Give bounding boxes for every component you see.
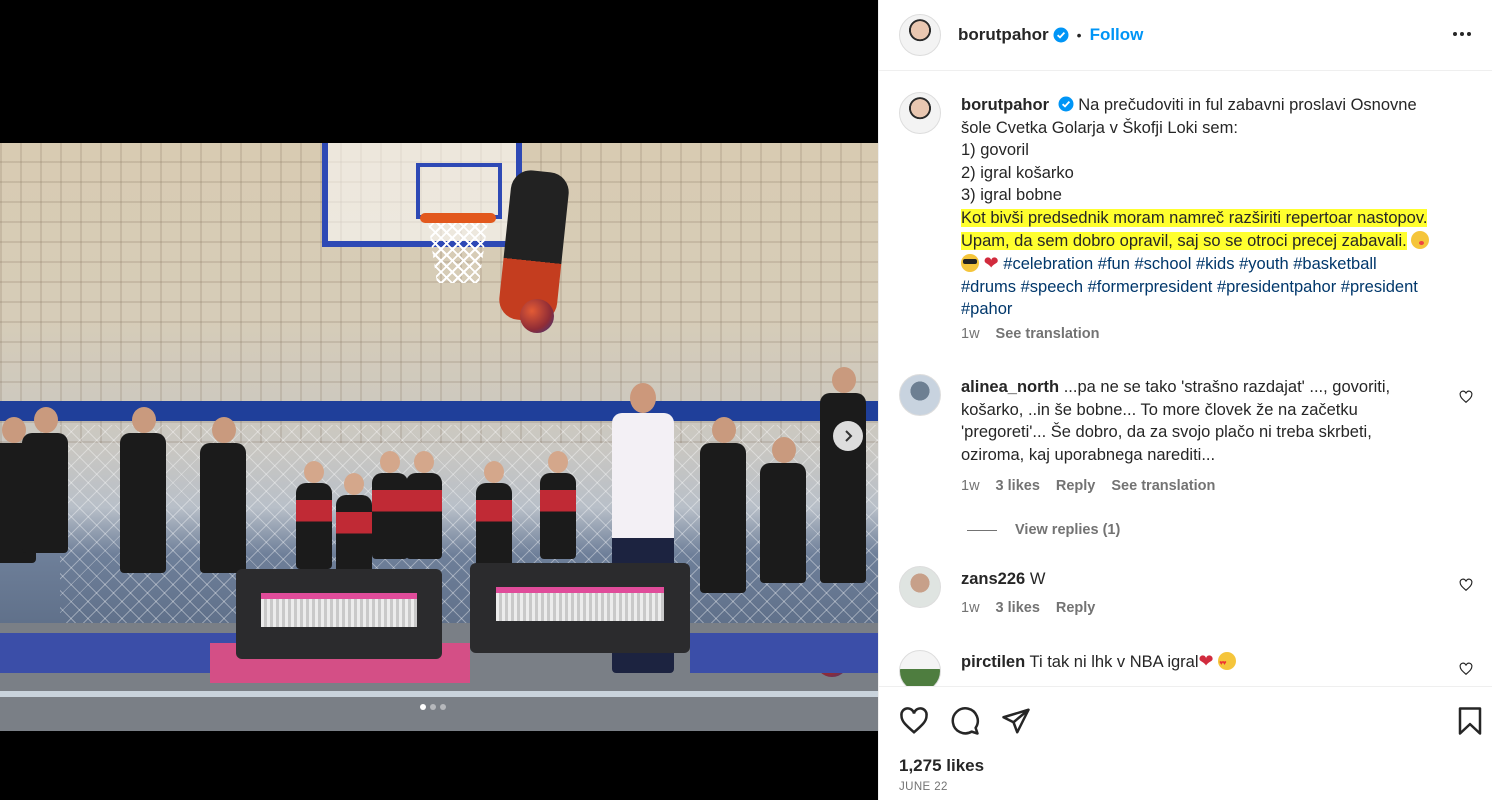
hashtag-link[interactable]: #pahor (961, 300, 1012, 318)
follow-button[interactable]: Follow (1090, 25, 1144, 45)
timestamp[interactable]: 1w (961, 478, 980, 494)
instagram-post-view: borutpahor • Follow borutpahor Na prečud… (0, 0, 1492, 800)
comment-like-icon[interactable] (1459, 578, 1473, 592)
comment-like-icon[interactable] (1459, 390, 1473, 404)
see-translation-link[interactable]: See translation (1111, 478, 1215, 494)
sunglasses-emoji-icon (961, 254, 979, 273)
hashtag-link[interactable]: #kids (1196, 255, 1235, 273)
comment-text: alinea_north ...pa ne se tako 'strašno r… (961, 378, 1391, 464)
carousel-dot (430, 704, 436, 710)
hashtag-link[interactable]: #celebration (1003, 255, 1093, 273)
share-icon[interactable] (1001, 706, 1031, 736)
post-header: borutpahor • Follow (879, 0, 1492, 71)
post-caption: borutpahor Na prečudoviti in ful zabavni… (899, 92, 1479, 352)
timestamp[interactable]: 1w (961, 326, 980, 342)
comment-meta: 1w 3 likes Reply See translation (961, 478, 1215, 494)
heart-icon[interactable] (899, 706, 929, 736)
post-photo[interactable] (0, 143, 878, 731)
likes-count[interactable]: 1,275 likes (899, 756, 984, 776)
caption-text: borutpahor Na prečudoviti in ful zabavni… (961, 94, 1466, 321)
avatar[interactable] (899, 14, 941, 56)
mini-trampoline (236, 569, 442, 659)
hashtag-link[interactable]: #drums (961, 278, 1016, 296)
avatar[interactable] (899, 566, 941, 608)
caption-line: šole Cvetka Golarja v Škofji Loki sem: (961, 118, 1238, 137)
caption-line: Na prečudoviti in ful zabavni proslavi O… (1078, 96, 1417, 114)
mini-trampoline (470, 563, 690, 653)
comment-item: pirctilen Ti tak ni lhk v NBA igral❤ (899, 650, 1479, 686)
timestamp[interactable]: 1w (961, 600, 980, 616)
caption-highlight: Kot bivši predsednik moram namreč razšir… (961, 208, 1428, 227)
avatar[interactable] (899, 650, 941, 686)
hashtag-link[interactable]: #presidentpahor (1217, 278, 1336, 296)
hashtag-link[interactable]: #school (1135, 255, 1192, 273)
comment-icon[interactable] (950, 706, 980, 736)
basketball-backboard (322, 143, 522, 247)
comment-username[interactable]: pirctilen (961, 653, 1025, 671)
caption-line: 3) igral bobne (961, 186, 1062, 205)
basketball-net (428, 221, 488, 283)
carousel-indicator (420, 704, 446, 710)
comment-text: pirctilen Ti tak ni lhk v NBA igral❤ (961, 650, 1466, 676)
comment-likes-count[interactable]: 3 likes (996, 600, 1040, 616)
comment-item: zans226 W 1w 3 likes Reply (899, 566, 1479, 626)
hashtag-link[interactable]: #basketball (1293, 255, 1376, 273)
see-translation-link[interactable]: See translation (996, 326, 1100, 342)
caption-line: 2) igral košarko (961, 163, 1074, 182)
carousel-next-button[interactable] (833, 421, 863, 451)
basketball (520, 299, 554, 333)
reply-button[interactable]: Reply (1056, 478, 1096, 494)
carousel-dot (440, 704, 446, 710)
comment-likes-count[interactable]: 3 likes (996, 478, 1040, 494)
comment-username[interactable]: zans226 (961, 570, 1025, 588)
hashtag-link[interactable]: #formerpresident (1088, 278, 1213, 296)
heart-emoji-icon: ❤ (1198, 651, 1214, 671)
bookmark-icon[interactable] (1455, 706, 1485, 736)
comment-meta: 1w 3 likes Reply (961, 600, 1095, 616)
hashtag-link[interactable]: #fun (1098, 255, 1130, 273)
chevron-right-icon (845, 430, 853, 442)
avatar[interactable] (899, 374, 941, 416)
post-sidebar: borutpahor • Follow borutpahor Na prečud… (878, 0, 1492, 800)
caption-username[interactable]: borutpahor (961, 96, 1049, 114)
comments-list[interactable]: borutpahor Na prečudoviti in ful zabavni… (879, 72, 1492, 686)
post-date[interactable]: JUNE 22 (899, 781, 948, 793)
kiss-emoji-icon (1411, 230, 1430, 249)
more-options-button[interactable] (1450, 22, 1474, 46)
carousel-dot (420, 704, 426, 710)
comment-item: alinea_north ...pa ne se tako 'strašno r… (899, 374, 1479, 554)
basketball-rim (420, 213, 496, 223)
comment-username[interactable]: alinea_north (961, 378, 1059, 396)
more-options-icon (1453, 32, 1471, 36)
hashtag-link[interactable]: #president (1341, 278, 1418, 296)
caption-meta: 1w See translation (961, 326, 1100, 342)
caption-highlight: Upam, da sem dobro opravil, saj so se ot… (961, 231, 1407, 250)
post-media (0, 0, 878, 800)
reply-button[interactable]: Reply (1056, 600, 1096, 616)
verified-badge-icon (1058, 96, 1074, 112)
caption-line: 1) govoril (961, 141, 1029, 160)
avatar[interactable] (899, 92, 941, 134)
comment-like-icon[interactable] (1459, 662, 1473, 676)
hashtag-link[interactable]: #speech (1021, 278, 1083, 296)
hashtag-link[interactable]: #youth (1239, 255, 1289, 273)
comment-text: zans226 W (961, 570, 1046, 588)
separator-dot: • (1076, 27, 1082, 43)
view-replies-button[interactable]: View replies (1) (967, 522, 1120, 538)
post-author-username[interactable]: borutpahor (958, 25, 1049, 45)
broken-heart-emoji-icon: ❤ (983, 253, 999, 274)
heart-eyes-emoji-icon (1218, 652, 1237, 676)
action-bar (879, 686, 1492, 754)
verified-badge-icon (1053, 27, 1069, 43)
